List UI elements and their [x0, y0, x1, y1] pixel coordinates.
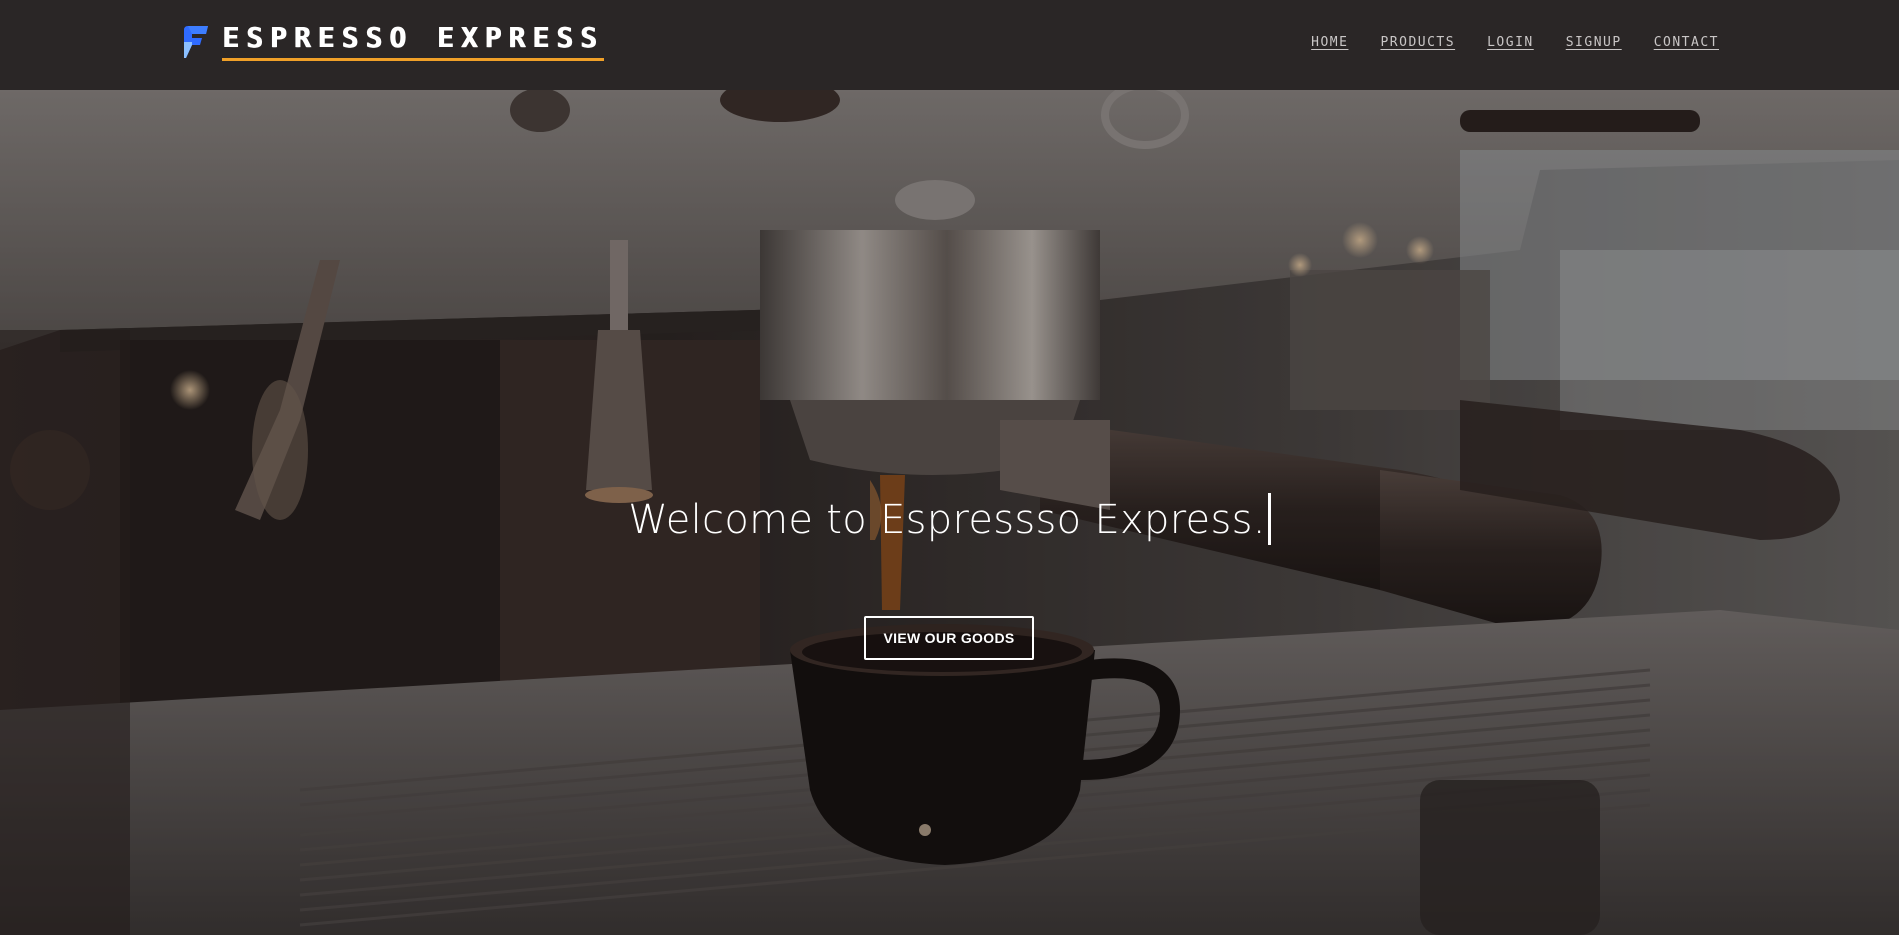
hero-title-text: Welcome to Espressso Express.: [628, 497, 1266, 543]
page: ESPRESSO EXPRESS HOME PRODUCTS LOGIN SIG…: [0, 0, 1899, 935]
nav-home[interactable]: HOME: [1311, 35, 1348, 50]
nav-contact[interactable]: CONTACT: [1654, 35, 1719, 50]
brand-name: ESPRESSO EXPRESS: [222, 23, 604, 61]
nav-menu: HOME PRODUCTS LOGIN SIGNUP CONTACT: [1311, 35, 1719, 50]
hero-section: Welcome to Espressso Express. VIEW OUR G…: [0, 90, 1899, 935]
nav-login[interactable]: LOGIN: [1487, 35, 1534, 50]
hero-title: Welcome to Espressso Express.: [0, 493, 1899, 545]
brand-link[interactable]: ESPRESSO EXPRESS: [180, 23, 604, 61]
nav-signup[interactable]: SIGNUP: [1566, 35, 1622, 50]
nav-products[interactable]: PRODUCTS: [1380, 35, 1455, 50]
f-logo-icon: [184, 26, 208, 58]
typing-caret: [1267, 493, 1271, 545]
navbar: ESPRESSO EXPRESS HOME PRODUCTS LOGIN SIG…: [0, 0, 1899, 90]
view-our-goods-button[interactable]: VIEW OUR GOODS: [864, 616, 1034, 660]
